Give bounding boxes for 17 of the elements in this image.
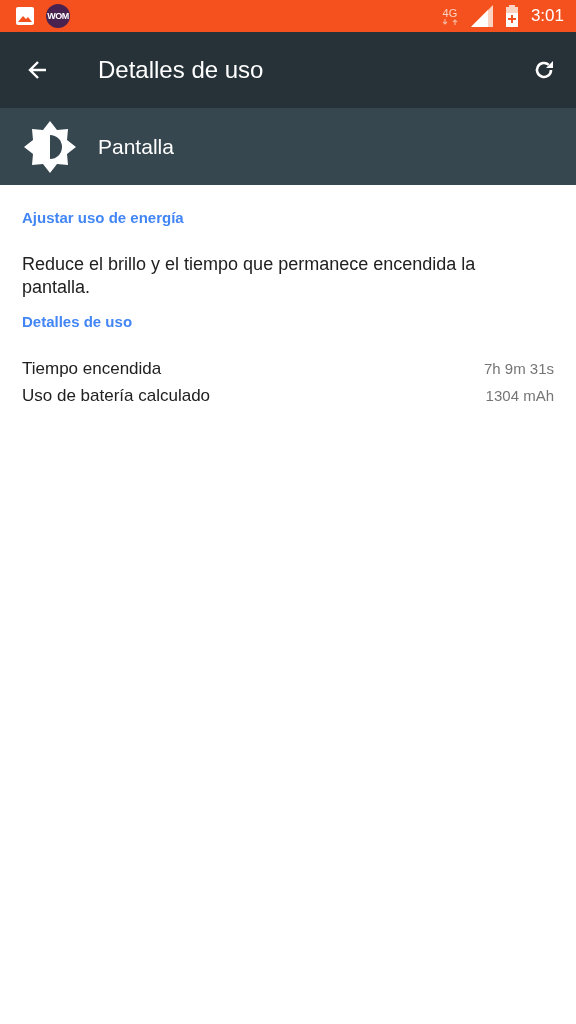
usage-label: Tiempo encendida — [22, 359, 162, 379]
network-type: 4G — [442, 7, 458, 19]
data-arrows-icon — [440, 19, 459, 25]
battery-charging-icon — [504, 5, 519, 27]
usage-label: Uso de batería calculado — [22, 386, 211, 406]
app-badge-icon: WOM — [46, 4, 70, 28]
usage-value: 7h 9m 31s — [483, 360, 554, 377]
brightness-icon — [24, 120, 76, 173]
signal-icon — [470, 5, 493, 27]
screen-title: Detalles de uso — [98, 56, 265, 84]
section-title: Detalles de uso — [22, 312, 134, 332]
clock: 3:01 — [530, 6, 564, 26]
usage-value: 1304 mAh — [485, 387, 554, 404]
app-name: Pantalla — [98, 134, 174, 159]
section-title: Ajustar uso de energía — [22, 208, 185, 228]
description[interactable]: Reduce el brillo y el tiempo que permanece encendida la pantalla. — [22, 253, 502, 299]
image-icon — [16, 7, 34, 25]
